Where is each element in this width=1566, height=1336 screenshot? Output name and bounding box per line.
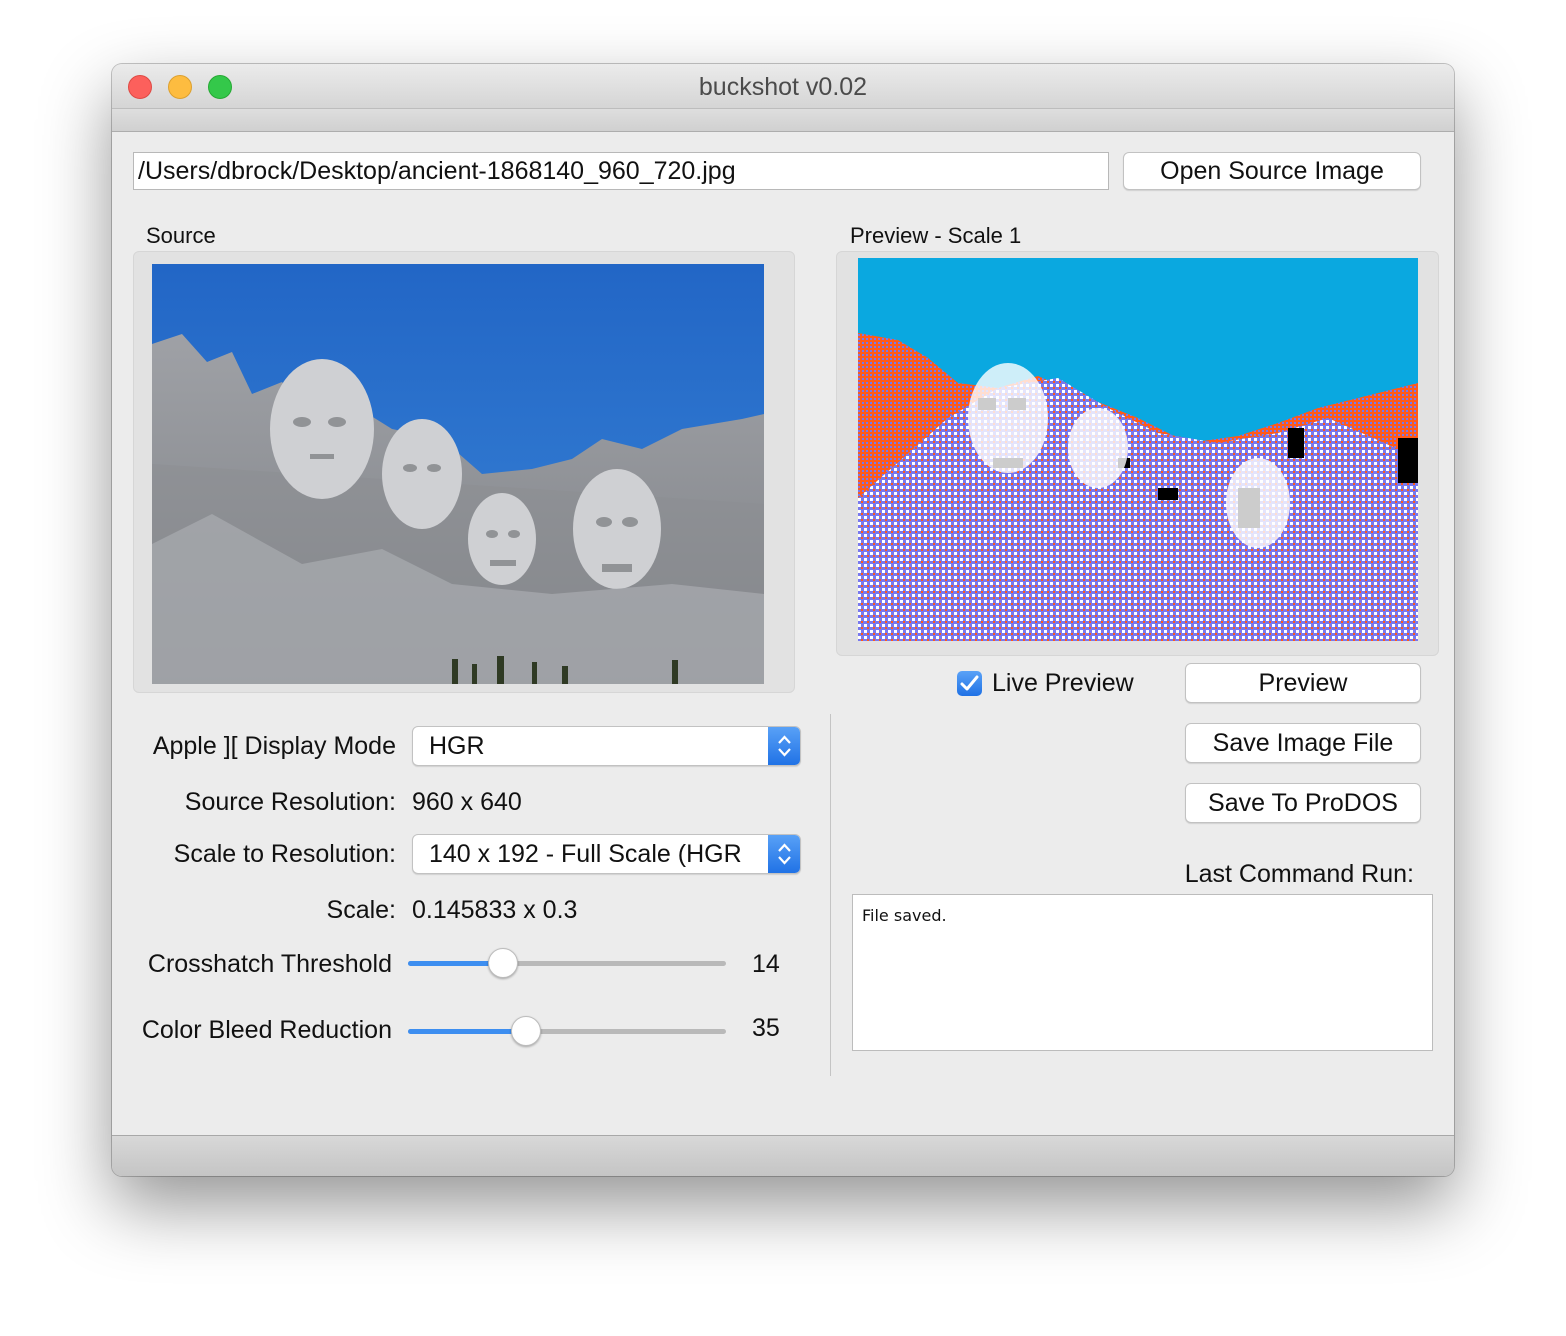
color-bleed-reduction-value: 35 xyxy=(752,1014,780,1042)
live-preview-checkbox[interactable] xyxy=(957,671,982,696)
source-panel-label: Source xyxy=(146,223,216,248)
display-mode-select[interactable]: HGR xyxy=(412,726,801,766)
popup-arrows-icon xyxy=(768,835,800,873)
bottom-bar xyxy=(112,1135,1454,1176)
crosshatch-threshold-value: 14 xyxy=(752,950,780,978)
display-mode-value: HGR xyxy=(429,732,485,760)
crosshatch-threshold-slider[interactable] xyxy=(408,948,726,978)
save-to-prodos-button[interactable]: Save To ProDOS xyxy=(1185,783,1421,823)
source-image xyxy=(152,264,764,684)
title-bar: buckshot v0.02 xyxy=(112,64,1454,109)
last-command-output: File saved. xyxy=(852,894,1433,1051)
preview-button[interactable]: Preview xyxy=(1185,663,1421,703)
scale-label: Scale: xyxy=(326,896,396,924)
color-bleed-reduction-label: Color Bleed Reduction xyxy=(141,1016,392,1044)
color-bleed-reduction-slider[interactable] xyxy=(408,1016,726,1046)
toolbar-strip xyxy=(112,109,1454,132)
preview-image xyxy=(858,258,1418,641)
save-image-file-button[interactable]: Save Image File xyxy=(1185,723,1421,763)
scale-value: 0.145833 x 0.3 xyxy=(412,896,578,924)
scale-to-resolution-value: 140 x 192 - Full Scale (HGR xyxy=(429,840,742,868)
preview-panel-label: Preview - Scale 1 xyxy=(850,223,1022,248)
slider-thumb[interactable] xyxy=(511,1016,541,1046)
window-title: buckshot v0.02 xyxy=(698,73,868,101)
last-command-label: Last Command Run: xyxy=(1184,860,1414,888)
source-resolution-value: 960 x 640 xyxy=(412,788,522,816)
popup-arrows-icon xyxy=(768,727,800,765)
checkmark-icon xyxy=(960,675,979,691)
source-resolution-label: Source Resolution: xyxy=(184,788,396,816)
display-mode-label: Apple ][ Display Mode xyxy=(152,732,396,760)
vertical-divider xyxy=(830,714,831,1076)
slider-fill xyxy=(408,1029,526,1034)
scale-to-resolution-select[interactable]: 140 x 192 - Full Scale (HGR xyxy=(412,834,801,874)
live-preview-label[interactable]: Live Preview xyxy=(992,669,1134,698)
app-window: buckshot v0.02 /Users/dbrock/Desktop/anc… xyxy=(112,64,1454,1176)
open-source-image-button[interactable]: Open Source Image xyxy=(1123,152,1421,190)
scale-to-resolution-label: Scale to Resolution: xyxy=(173,840,396,868)
slider-thumb[interactable] xyxy=(488,948,518,978)
source-path-field[interactable]: /Users/dbrock/Desktop/ancient-1868140_96… xyxy=(133,152,1109,190)
crosshatch-threshold-label: Crosshatch Threshold xyxy=(147,950,392,978)
